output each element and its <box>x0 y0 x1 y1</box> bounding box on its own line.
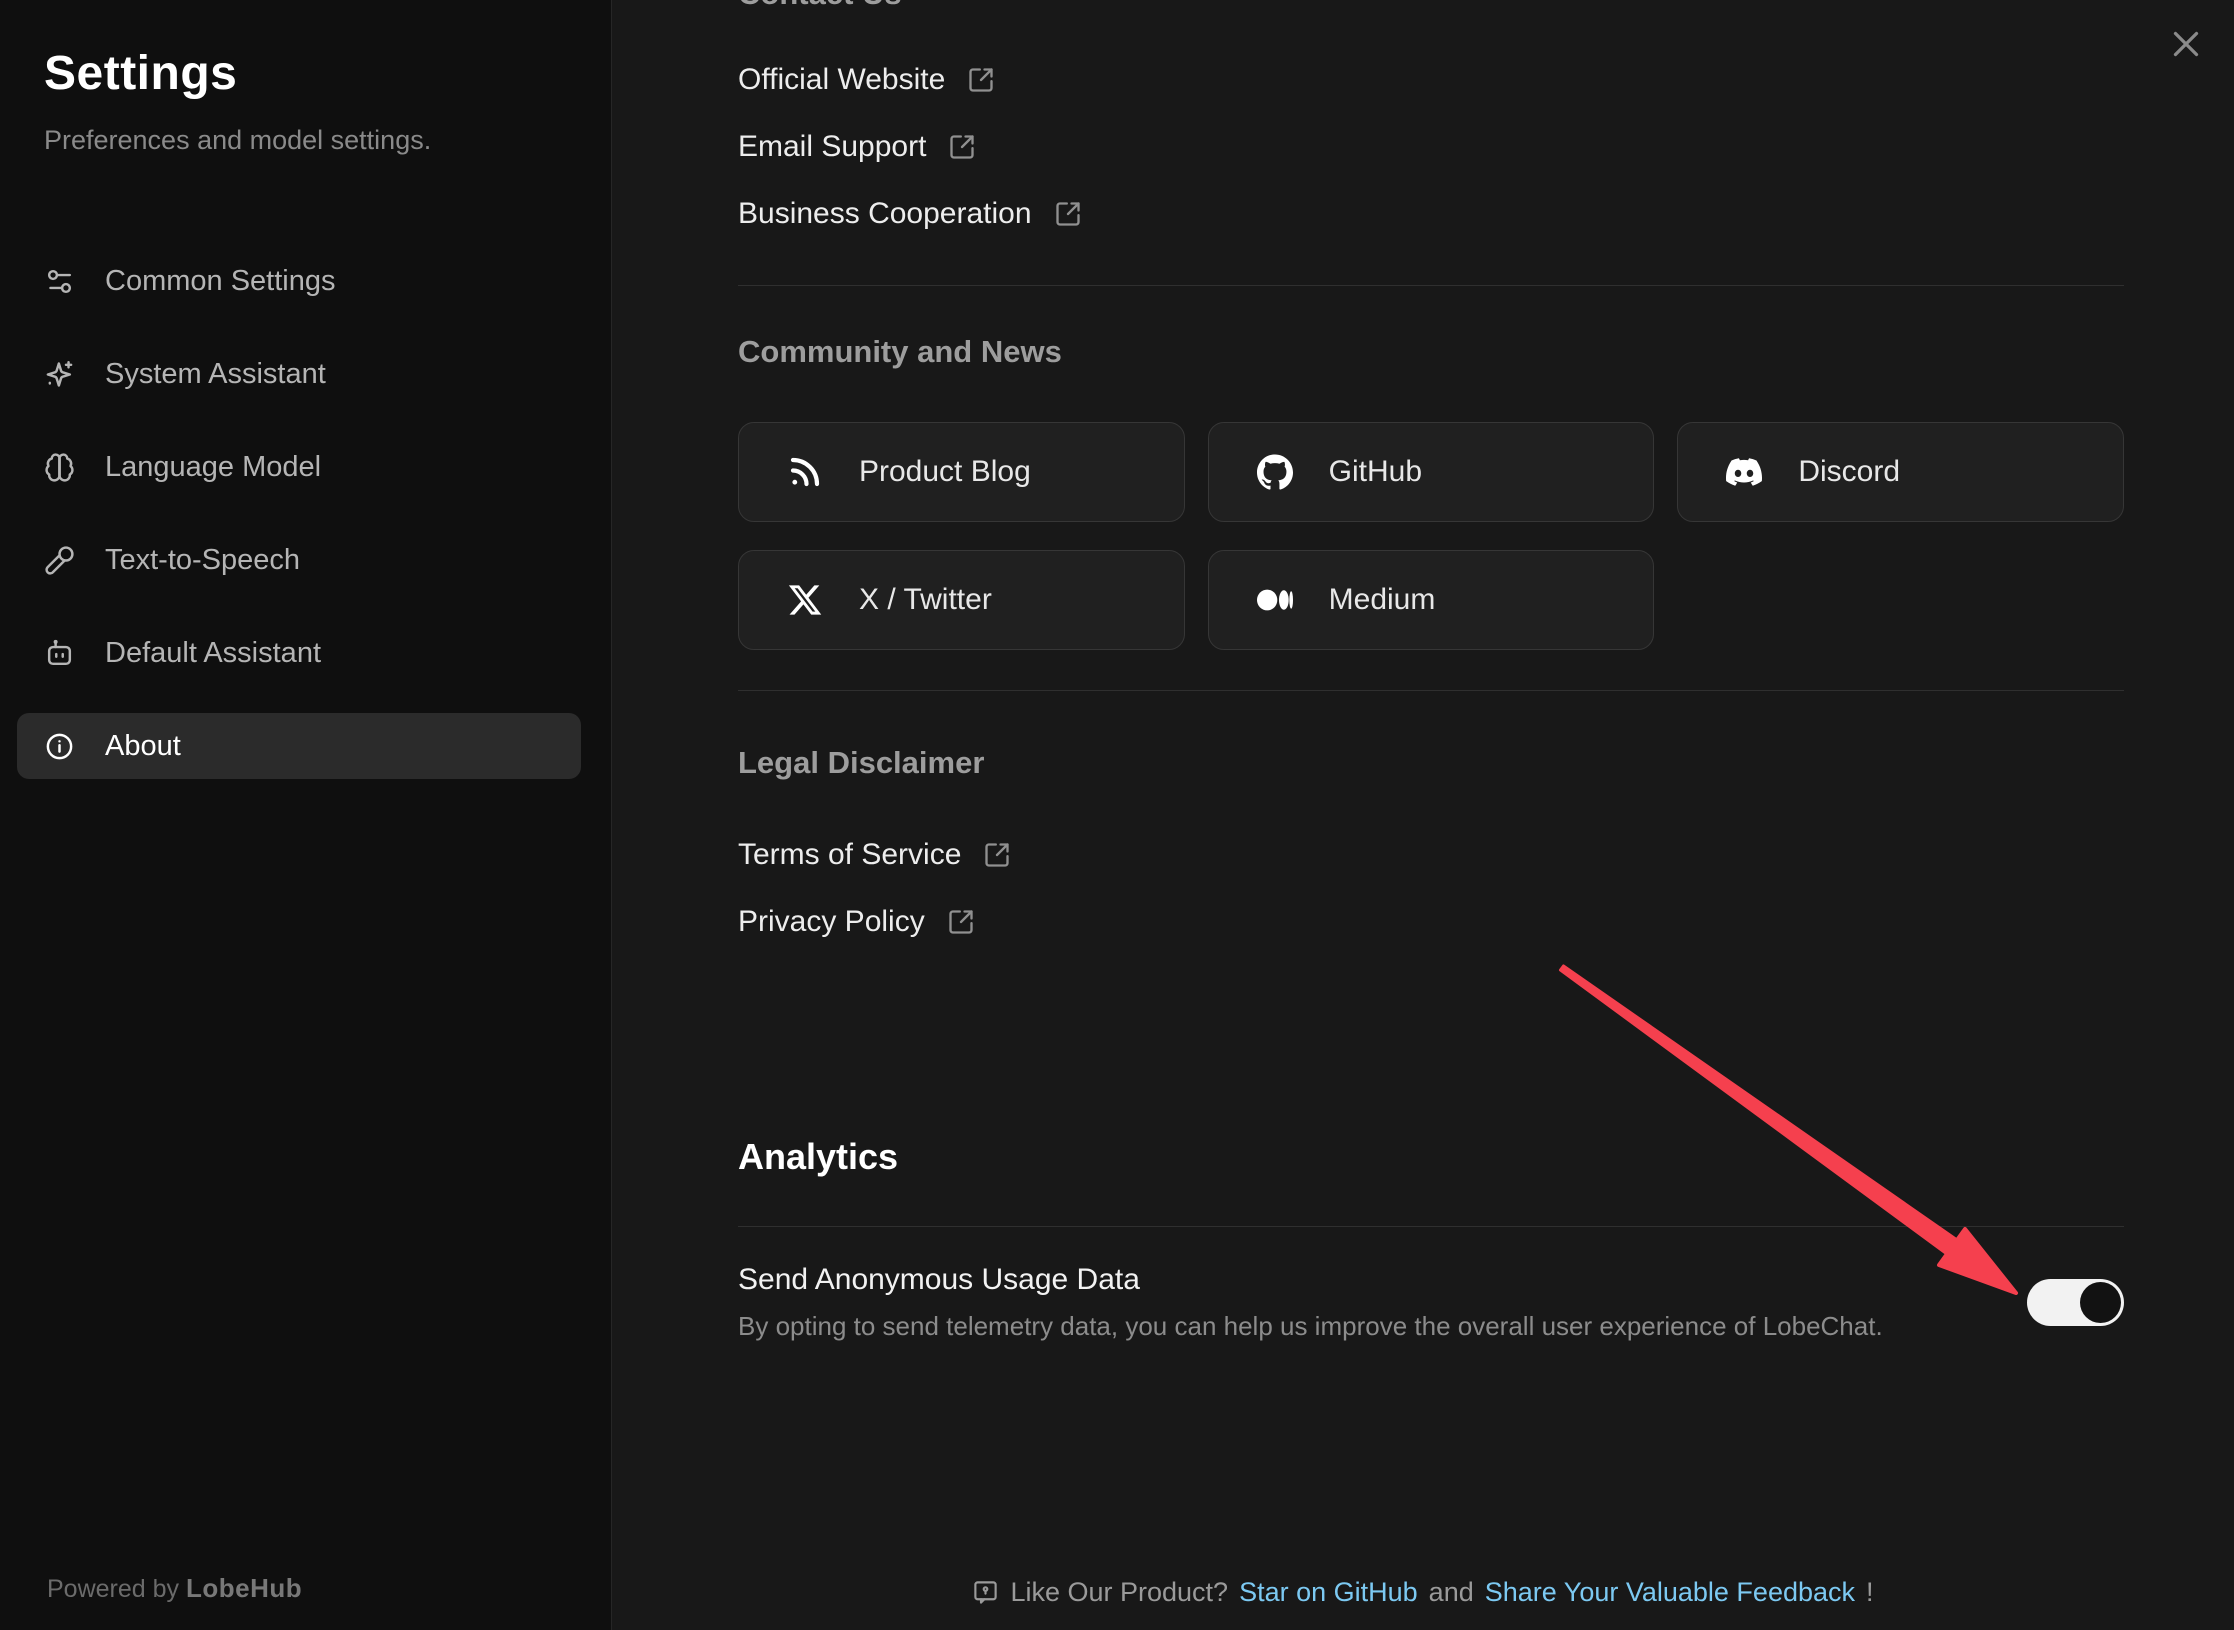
footer-prefix: Like Our Product? <box>1010 1577 1228 1608</box>
product-blog-button[interactable]: Product Blog <box>738 422 1185 522</box>
footer-middle: and <box>1429 1577 1474 1608</box>
x-twitter-icon <box>787 582 823 618</box>
product-blog-label: Product Blog <box>859 455 1031 489</box>
telemetry-toggle[interactable] <box>2027 1279 2124 1326</box>
feedback-icon <box>972 1579 999 1606</box>
external-link-icon <box>967 66 995 94</box>
business-cooperation-link[interactable]: Business Cooperation <box>738 194 1082 234</box>
close-button[interactable] <box>2164 22 2208 66</box>
lobehub-brand: LobeHub <box>186 1573 302 1603</box>
nav-item-label: Default Assistant <box>105 637 321 670</box>
nav-item-text-to-speech[interactable]: Text-to-Speech <box>17 527 581 593</box>
community-heading: Community and News <box>738 334 2124 370</box>
footer-suffix: ! <box>1866 1577 1874 1608</box>
analytics-heading: Analytics <box>738 1136 2124 1178</box>
rss-icon <box>787 454 823 490</box>
x-twitter-label: X / Twitter <box>859 583 992 617</box>
telemetry-setting-label: Send Anonymous Usage Data <box>738 1263 1883 1297</box>
privacy-policy-link[interactable]: Privacy Policy <box>738 902 975 942</box>
toggle-knob <box>2080 1282 2121 1323</box>
mic-icon <box>44 545 75 576</box>
email-support-link[interactable]: Email Support <box>738 127 976 167</box>
medium-icon <box>1257 582 1293 618</box>
contact-heading: Contact Us <box>738 0 2124 12</box>
brain-icon <box>44 452 75 483</box>
nav-item-label: Common Settings <box>105 265 336 298</box>
privacy-policy-label: Privacy Policy <box>738 905 925 939</box>
section-divider <box>738 285 2124 286</box>
nav-item-label: Language Model <box>105 451 321 484</box>
discord-button[interactable]: Discord <box>1677 422 2124 522</box>
sliders-icon <box>44 266 75 297</box>
business-cooperation-label: Business Cooperation <box>738 197 1032 231</box>
x-twitter-button[interactable]: X / Twitter <box>738 550 1185 650</box>
telemetry-setting-row: Send Anonymous Usage Data By opting to s… <box>738 1263 2124 1342</box>
nav-item-label: About <box>105 730 181 763</box>
discord-icon <box>1726 454 1762 490</box>
medium-button[interactable]: Medium <box>1208 550 1655 650</box>
medium-label: Medium <box>1329 583 1436 617</box>
powered-by: Powered by LobeHub <box>47 1573 302 1604</box>
terms-of-service-link[interactable]: Terms of Service <box>738 835 1011 875</box>
official-website-label: Official Website <box>738 63 945 97</box>
section-divider <box>738 1226 2124 1227</box>
sparkles-icon <box>44 359 75 390</box>
external-link-icon <box>947 908 975 936</box>
external-link-icon <box>983 841 1011 869</box>
nav-item-label: System Assistant <box>105 358 326 391</box>
nav-item-language-model[interactable]: Language Model <box>17 434 581 500</box>
community-buttons: Product Blog GitHub Discord <box>738 422 2124 650</box>
page-subtitle: Preferences and model settings. <box>44 125 581 156</box>
feedback-footer: Like Our Product? Star on GitHub and Sha… <box>612 1577 2234 1608</box>
external-link-icon <box>948 133 976 161</box>
telemetry-setting-text: Send Anonymous Usage Data By opting to s… <box>738 1263 1883 1342</box>
section-divider <box>738 690 2124 691</box>
about-settings-panel: Contact Us Official Website Email Suppor… <box>612 0 2234 1630</box>
telemetry-setting-description: By opting to send telemetry data, you ca… <box>738 1311 1883 1342</box>
nav-item-about[interactable]: About <box>17 713 581 779</box>
nav-item-common-settings[interactable]: Common Settings <box>17 248 581 314</box>
official-website-link[interactable]: Official Website <box>738 60 995 100</box>
settings-sidebar: Settings Preferences and model settings.… <box>0 0 612 1630</box>
bot-icon <box>44 638 75 669</box>
settings-nav: Common Settings System Assistant Languag… <box>17 248 581 779</box>
terms-of-service-label: Terms of Service <box>738 838 961 872</box>
page-title: Settings <box>44 46 581 101</box>
share-feedback-link[interactable]: Share Your Valuable Feedback <box>1485 1577 1855 1608</box>
nav-item-system-assistant[interactable]: System Assistant <box>17 341 581 407</box>
discord-label: Discord <box>1798 455 1900 489</box>
legal-links: Terms of Service Privacy Policy <box>738 835 2124 942</box>
close-icon <box>2168 26 2204 62</box>
powered-by-text: Powered by <box>47 1575 179 1603</box>
external-link-icon <box>1054 200 1082 228</box>
info-icon <box>44 731 75 762</box>
github-icon <box>1257 454 1293 490</box>
nav-item-default-assistant[interactable]: Default Assistant <box>17 620 581 686</box>
email-support-label: Email Support <box>738 130 926 164</box>
star-on-github-link[interactable]: Star on GitHub <box>1239 1577 1418 1608</box>
github-label: GitHub <box>1329 455 1422 489</box>
contact-links: Official Website Email Support Business … <box>738 60 2124 234</box>
nav-item-label: Text-to-Speech <box>105 544 300 577</box>
github-button[interactable]: GitHub <box>1208 422 1655 522</box>
legal-heading: Legal Disclaimer <box>738 745 2124 781</box>
